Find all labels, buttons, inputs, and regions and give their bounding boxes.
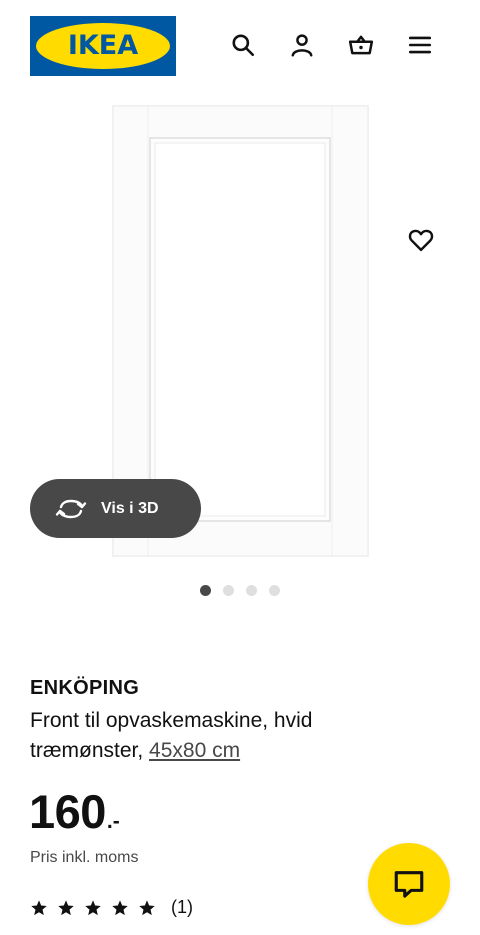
basket-icon[interactable]	[346, 30, 376, 60]
pagination-dot[interactable]	[269, 585, 280, 596]
product-description: Front til opvaskemaskine, hvid træmønste…	[30, 706, 430, 766]
favorite-heart-icon[interactable]	[404, 223, 438, 257]
product-gallery[interactable]	[0, 92, 480, 617]
view-3d-button[interactable]: Vis i 3D	[30, 479, 201, 538]
price-note: Pris inkl. moms	[30, 849, 139, 866]
user-icon[interactable]	[287, 30, 317, 60]
price-integer: 160	[29, 785, 106, 838]
chat-icon	[394, 871, 424, 898]
pagination-dot[interactable]	[223, 585, 234, 596]
star-icon	[112, 899, 128, 915]
product-size-link[interactable]: 45x80 cm	[149, 739, 240, 762]
star-icon	[139, 899, 155, 915]
search-icon[interactable]	[228, 30, 258, 60]
product-price: 160 .-	[29, 784, 120, 839]
view-3d-label: Vis i 3D	[101, 499, 159, 517]
star-icon	[31, 899, 47, 915]
logo-text: IKEA	[67, 30, 139, 61]
rating-count: (1)	[171, 897, 193, 917]
gallery-pagination	[0, 585, 480, 599]
header: IKEA	[0, 0, 480, 92]
ikea-logo[interactable]: IKEA	[30, 16, 176, 76]
star-icon	[85, 899, 101, 915]
product-name: ENKÖPING	[30, 677, 140, 699]
pagination-dot[interactable]	[246, 585, 257, 596]
chat-button[interactable]	[368, 843, 450, 925]
star-icon	[58, 899, 74, 915]
rotate-3d-icon	[55, 499, 87, 518]
menu-icon[interactable]	[405, 30, 435, 60]
pagination-dot[interactable]	[200, 585, 211, 596]
price-suffix: .-	[106, 810, 120, 833]
product-rating[interactable]: (1)	[30, 897, 193, 918]
